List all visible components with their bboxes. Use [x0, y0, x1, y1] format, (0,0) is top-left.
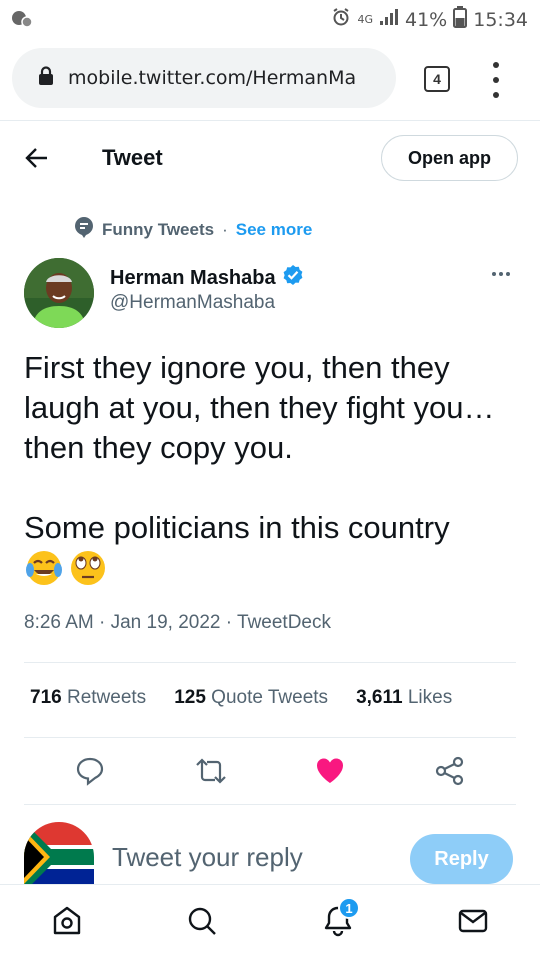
lock-icon: [38, 65, 54, 91]
quotes-label: Quote Tweets: [211, 687, 329, 708]
author-name-text: Herman Mashaba: [110, 266, 276, 289]
quotes-count: 125: [174, 687, 206, 708]
back-arrow-icon[interactable]: [24, 145, 50, 176]
like-icon[interactable]: [315, 756, 345, 789]
topic-separator: ·: [222, 219, 228, 239]
author-avatar[interactable]: [24, 258, 94, 328]
tab-switcher-button[interactable]: 4: [424, 66, 450, 92]
rolling-eyes-emoji: [68, 548, 108, 593]
likes-label: Likes: [407, 687, 453, 708]
quote-tweets-stat[interactable]: 125 Quote Tweets: [174, 687, 328, 709]
likes-stat[interactable]: 3,611 Likes: [356, 687, 452, 709]
open-app-button[interactable]: Open app: [381, 135, 518, 181]
browser-menu-icon[interactable]: [490, 62, 502, 98]
status-bar: 4G 41% 15:34: [0, 0, 540, 38]
notifications-badge: 1: [338, 897, 360, 919]
tears-of-joy-emoji: [24, 548, 64, 593]
tweet-emojis: [24, 548, 108, 593]
user-avatar[interactable]: [24, 822, 94, 884]
divider: [24, 662, 516, 663]
tweet-paragraph-1: First they ignore you, then they laugh a…: [24, 350, 495, 465]
tweet-paragraph-2: Some politicians in this country: [24, 510, 450, 545]
home-icon[interactable]: [51, 905, 83, 942]
retweets-label: Retweets: [66, 687, 147, 708]
battery-percent: 41%: [405, 8, 448, 31]
url-text: mobile.twitter.com/HermanMa: [68, 67, 357, 89]
reply-input[interactable]: Tweet your reply: [112, 842, 303, 873]
alarm-icon: [331, 7, 351, 32]
clock: 15:34: [473, 8, 528, 31]
retweets-stat[interactable]: 716 Retweets: [30, 687, 146, 709]
tweet-text: First they ignore you, then they laugh a…: [24, 348, 524, 548]
notification-icon: [10, 9, 34, 34]
bottom-nav: [0, 884, 540, 960]
retweets-count: 716: [30, 687, 62, 708]
topic-icon: [74, 216, 94, 243]
divider: [24, 804, 516, 805]
see-more-link[interactable]: See more: [236, 220, 313, 240]
search-icon[interactable]: [186, 905, 218, 942]
battery-icon: [453, 6, 468, 33]
network-type: 4G: [357, 12, 373, 26]
share-icon[interactable]: [435, 756, 465, 791]
reply-button[interactable]: Reply: [410, 834, 513, 884]
author-handle[interactable]: @HermanMashaba: [110, 292, 275, 314]
retweet-icon[interactable]: [195, 756, 227, 791]
messages-icon[interactable]: [457, 905, 489, 942]
signal-icon: [379, 8, 399, 31]
browser-toolbar: mobile.twitter.com/HermanMa 4: [0, 38, 540, 120]
verified-badge-icon: [282, 264, 304, 292]
topic-name[interactable]: Funny Tweets: [102, 220, 214, 240]
author-name[interactable]: Herman Mashaba: [110, 264, 304, 292]
more-options-icon[interactable]: [492, 272, 510, 276]
tweet-timestamp: 8:26 AM · Jan 19, 2022 · TweetDeck: [24, 612, 331, 633]
tweet-stats: 716 Retweets 125 Quote Tweets 3,611 Like…: [30, 687, 452, 709]
divider: [24, 737, 516, 738]
likes-count: 3,611: [356, 687, 403, 708]
address-bar[interactable]: mobile.twitter.com/HermanMa: [12, 48, 396, 108]
reply-icon[interactable]: [75, 756, 105, 791]
tweet-header: Tweet Open app: [0, 120, 540, 196]
page-title: Tweet: [102, 145, 163, 170]
topic-row: Funny Tweets · See more: [74, 216, 312, 243]
